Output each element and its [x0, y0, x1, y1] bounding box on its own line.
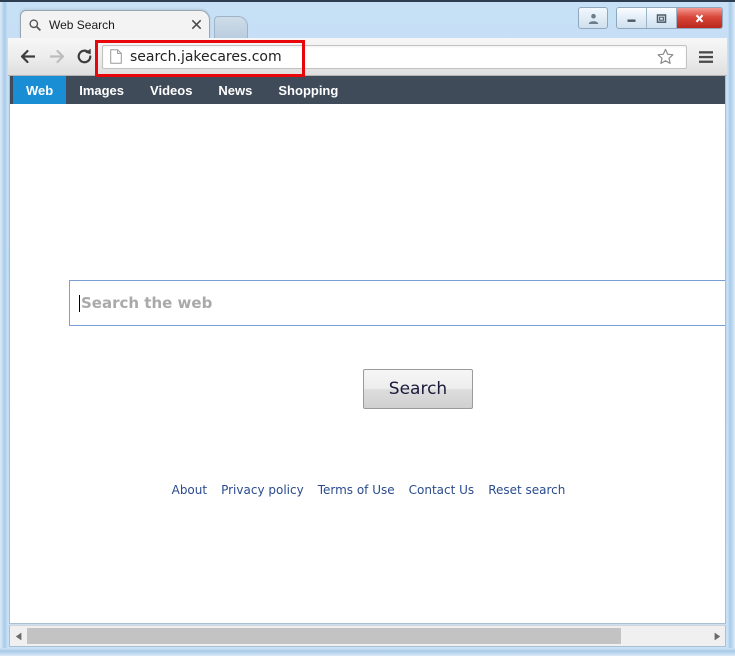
search-magnifier-icon: [27, 17, 43, 33]
text-caret: [79, 294, 80, 312]
hamburger-menu-icon[interactable]: [693, 44, 719, 70]
window-frame-bottom: [0, 648, 735, 656]
address-bar-url: search.jakecares.com: [130, 48, 282, 65]
search-input-placeholder: Search the web: [81, 294, 213, 312]
reload-icon[interactable]: [70, 43, 98, 71]
footer-link-reset-search[interactable]: Reset search: [488, 483, 565, 497]
nav-item-label: News: [218, 82, 253, 98]
footer-link-about[interactable]: About: [172, 483, 207, 497]
scrollbar-track[interactable]: [27, 626, 708, 646]
title-bar: Web Search: [0, 2, 735, 38]
nav-item-images[interactable]: Images: [66, 76, 137, 104]
new-tab-button[interactable]: [214, 16, 248, 38]
back-icon[interactable]: [14, 43, 42, 71]
site-navigation: Web Images Videos News Shopping: [10, 76, 725, 104]
footer-link-contact-us[interactable]: Contact Us: [409, 483, 475, 497]
scrollbar-thumb[interactable]: [27, 628, 621, 644]
search-button[interactable]: Search: [363, 369, 473, 409]
nav-item-web[interactable]: Web: [13, 76, 67, 104]
scroll-right-arrow-icon[interactable]: [708, 626, 725, 646]
nav-item-label: Videos: [150, 82, 193, 98]
horizontal-scrollbar[interactable]: [9, 625, 726, 647]
window-frame-right: [727, 0, 735, 656]
nav-item-label: Images: [79, 82, 125, 98]
minimize-icon[interactable]: [617, 8, 647, 28]
nav-item-news[interactable]: News: [205, 76, 265, 104]
user-account-icon[interactable]: [578, 7, 608, 29]
scroll-left-arrow-icon[interactable]: [10, 626, 27, 646]
browser-toolbar: search.jakecares.com: [8, 38, 727, 76]
window-top-edge: [0, 0, 735, 2]
close-icon[interactable]: [189, 18, 203, 32]
search-input[interactable]: Search the web: [69, 280, 725, 326]
window-button-group: [616, 7, 723, 29]
nav-item-videos[interactable]: Videos: [137, 76, 205, 104]
nav-item-shopping[interactable]: Shopping: [265, 76, 351, 104]
document-page-icon: [109, 49, 123, 65]
browser-tab[interactable]: Web Search: [20, 10, 210, 38]
close-icon[interactable]: [677, 8, 722, 28]
browser-window: Web Search search.jakecares.com Web Imag…: [0, 0, 735, 656]
page-viewport: Web Images Videos News Shopping Search t…: [9, 76, 726, 624]
window-frame-left: [0, 0, 8, 656]
maximize-icon[interactable]: [647, 8, 677, 28]
footer-links: About Privacy policy Terms of Use Contac…: [10, 483, 725, 497]
address-bar[interactable]: search.jakecares.com: [102, 44, 687, 69]
tab-title: Web Search: [49, 17, 115, 32]
nav-item-label: Web: [26, 82, 54, 98]
window-controls: [578, 7, 723, 29]
forward-icon: [42, 43, 70, 71]
footer-link-privacy-policy[interactable]: Privacy policy: [221, 483, 304, 497]
search-button-label: Search: [388, 379, 448, 399]
nav-item-label: Shopping: [278, 82, 339, 98]
footer-link-terms-of-use[interactable]: Terms of Use: [318, 483, 395, 497]
star-bookmark-icon[interactable]: [654, 46, 676, 68]
page-content: Search the web Search About Privacy poli…: [10, 104, 725, 623]
